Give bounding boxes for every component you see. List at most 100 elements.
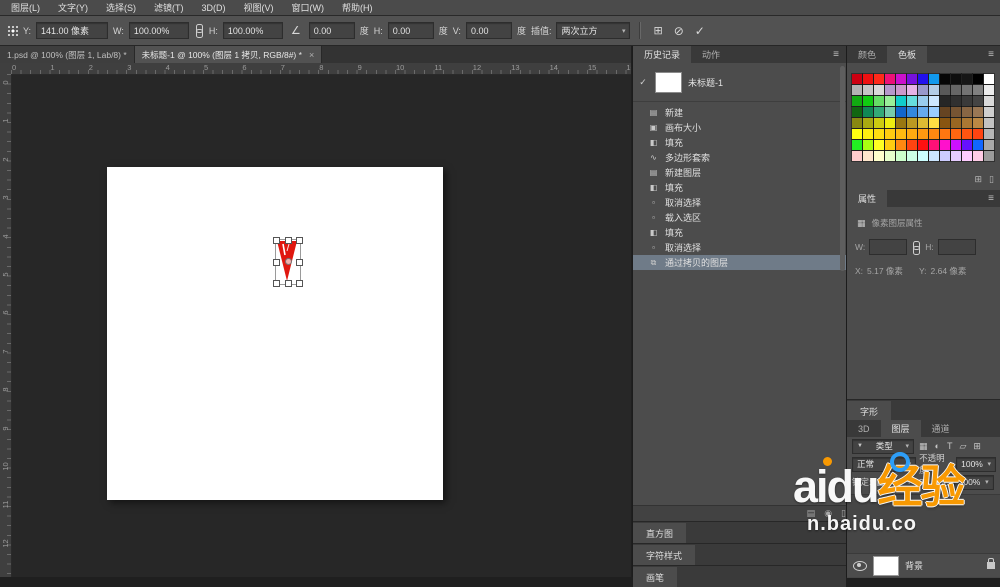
color-swatch[interactable] xyxy=(863,96,873,106)
transform-handle-bottom-middle[interactable] xyxy=(285,280,292,287)
color-swatch[interactable] xyxy=(863,129,873,139)
color-swatch[interactable] xyxy=(874,74,884,84)
color-swatch[interactable] xyxy=(951,140,961,150)
color-swatch[interactable] xyxy=(918,151,928,161)
color-swatch[interactable] xyxy=(984,96,994,106)
tab-character-styles[interactable]: 字符样式 xyxy=(633,545,695,565)
color-swatch[interactable] xyxy=(863,107,873,117)
transform-handle-middle-left[interactable] xyxy=(273,259,280,266)
color-swatch[interactable] xyxy=(885,140,895,150)
menu-item-select[interactable]: 选择(S) xyxy=(97,0,145,15)
color-swatch[interactable] xyxy=(863,74,873,84)
history-snapshot-row[interactable]: ✓ 未标题-1 xyxy=(633,69,846,96)
history-step[interactable]: ▫载入选区 xyxy=(633,210,846,225)
tab-histogram[interactable]: 直方图 xyxy=(633,523,686,543)
color-swatch[interactable] xyxy=(940,85,950,95)
history-brush-source-icon[interactable]: ✓ xyxy=(637,77,649,88)
transform-handle-bottom-right[interactable] xyxy=(296,280,303,287)
color-swatch[interactable] xyxy=(929,151,939,161)
color-swatch[interactable] xyxy=(984,85,994,95)
height-input[interactable]: 100.00% xyxy=(223,22,283,39)
tab-glyphs[interactable]: 字形 xyxy=(847,401,891,421)
color-swatch[interactable] xyxy=(973,118,983,128)
rotation-input[interactable]: 0.00 xyxy=(309,22,355,39)
color-swatch[interactable] xyxy=(984,151,994,161)
color-swatch[interactable] xyxy=(852,151,862,161)
color-swatch[interactable] xyxy=(896,85,906,95)
color-swatch[interactable] xyxy=(962,85,972,95)
color-swatch[interactable] xyxy=(896,74,906,84)
commit-transform-button[interactable]: ✓ xyxy=(692,24,708,38)
filter-adjustment-layers-icon[interactable]: ◐ xyxy=(933,441,942,451)
color-swatch[interactable] xyxy=(962,140,972,150)
color-swatch[interactable] xyxy=(907,129,917,139)
history-scrollbar[interactable] xyxy=(840,66,845,271)
color-swatch[interactable] xyxy=(940,151,950,161)
color-swatch[interactable] xyxy=(896,107,906,117)
color-swatch[interactable] xyxy=(918,74,928,84)
color-swatch[interactable] xyxy=(907,96,917,106)
menu-item-3d[interactable]: 3D(D) xyxy=(193,2,235,14)
history-step[interactable]: ▫取消选择 xyxy=(633,240,846,255)
transform-center-point[interactable] xyxy=(285,258,292,265)
color-swatch[interactable] xyxy=(885,107,895,117)
color-swatch[interactable] xyxy=(852,96,862,106)
history-step[interactable]: ▤新建图层 xyxy=(633,165,846,180)
color-swatch[interactable] xyxy=(984,118,994,128)
menu-item-help[interactable]: 帮助(H) xyxy=(333,0,382,15)
link-wh-icon[interactable] xyxy=(911,241,921,254)
transform-handle-middle-right[interactable] xyxy=(296,259,303,266)
tab-history[interactable]: 历史记录 xyxy=(633,46,691,63)
layer-filter-select[interactable]: ▼ 类型 ▾ xyxy=(852,439,914,454)
tab-3d[interactable]: 3D xyxy=(847,420,881,437)
color-swatch[interactable] xyxy=(874,96,884,106)
transform-handle-top-middle[interactable] xyxy=(285,237,292,244)
color-swatch[interactable] xyxy=(852,74,862,84)
color-swatch[interactable] xyxy=(896,140,906,150)
color-swatch[interactable] xyxy=(940,140,950,150)
tab-properties[interactable]: 属性 xyxy=(847,190,887,207)
color-swatch[interactable] xyxy=(907,151,917,161)
color-swatch[interactable] xyxy=(973,151,983,161)
color-swatch[interactable] xyxy=(874,151,884,161)
color-swatch[interactable] xyxy=(885,118,895,128)
color-swatch[interactable] xyxy=(874,118,884,128)
tab-color[interactable]: 颜色 xyxy=(847,46,887,63)
color-swatch[interactable] xyxy=(951,107,961,117)
history-step[interactable]: ◧填充 xyxy=(633,180,846,195)
color-swatch[interactable] xyxy=(940,118,950,128)
vertical-ruler[interactable]: 0123456789101112 xyxy=(0,74,12,577)
history-step[interactable]: ◧填充 xyxy=(633,135,846,150)
color-swatch[interactable] xyxy=(885,151,895,161)
panel-menu-icon[interactable]: ≡ xyxy=(826,46,846,63)
menu-item-layer[interactable]: 图层(L) xyxy=(2,0,49,15)
color-swatch[interactable] xyxy=(896,118,906,128)
lock-pixels-icon[interactable]: ✎ xyxy=(890,477,902,488)
color-swatch[interactable] xyxy=(940,74,950,84)
color-swatch[interactable] xyxy=(984,129,994,139)
color-swatch[interactable] xyxy=(863,140,873,150)
color-swatch[interactable] xyxy=(907,107,917,117)
tab-brush[interactable]: 画笔 xyxy=(633,567,677,587)
color-swatch[interactable] xyxy=(852,85,862,95)
color-swatch[interactable] xyxy=(918,107,928,117)
transform-handle-top-right[interactable] xyxy=(296,237,303,244)
color-swatch[interactable] xyxy=(929,140,939,150)
color-swatch[interactable] xyxy=(951,118,961,128)
color-swatch[interactable] xyxy=(874,85,884,95)
tab-actions[interactable]: 动作 xyxy=(691,46,731,63)
color-swatch[interactable] xyxy=(929,85,939,95)
color-swatch[interactable] xyxy=(863,85,873,95)
color-swatch[interactable] xyxy=(973,74,983,84)
color-swatch[interactable] xyxy=(907,74,917,84)
fill-select[interactable]: 100% ▾ xyxy=(954,475,994,490)
color-swatch[interactable] xyxy=(885,74,895,84)
lock-all-icon[interactable]: ⊞ xyxy=(917,477,929,488)
visibility-eye-icon[interactable] xyxy=(853,561,867,571)
panel-menu-icon[interactable]: ≡ xyxy=(981,190,1000,207)
filter-smart-objects-icon[interactable]: ⊞ xyxy=(971,441,983,452)
color-swatch[interactable] xyxy=(885,85,895,95)
prop-h-input[interactable] xyxy=(938,239,976,255)
color-swatch[interactable] xyxy=(973,107,983,117)
color-swatch[interactable] xyxy=(929,74,939,84)
